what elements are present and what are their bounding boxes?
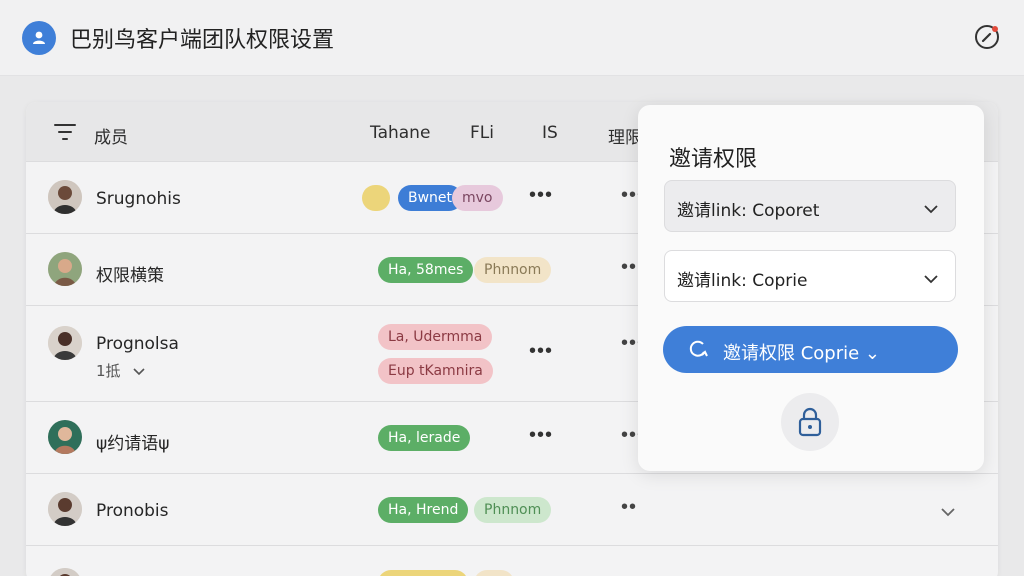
column-4[interactable]: IS xyxy=(542,123,558,143)
avatar xyxy=(48,326,82,360)
column-2[interactable]: Tahane xyxy=(370,123,430,143)
member-name: Srugnohis xyxy=(96,189,181,209)
more-icon[interactable]: •• xyxy=(621,496,637,519)
invite-link-select[interactable]: 邀请link: Coporet xyxy=(664,180,956,232)
column-3[interactable]: FLi xyxy=(470,123,494,143)
avatar xyxy=(48,252,82,286)
avatar xyxy=(48,420,82,454)
top-bar: 巴别鸟客户端团队权限设置 xyxy=(0,0,1024,76)
table-row[interactable]: Pronobis Ha, Hrend Phnnom •• xyxy=(26,474,998,546)
member-name: 权限横策 xyxy=(96,266,164,286)
chevron-down-icon[interactable] xyxy=(133,362,145,380)
member-name: Prognolsa xyxy=(96,334,179,354)
more-icon[interactable]: ••• xyxy=(529,424,553,447)
role-badge[interactable] xyxy=(378,570,468,576)
role-badge[interactable]: La, Udermma xyxy=(378,324,493,350)
avatar xyxy=(48,492,82,526)
more-icon[interactable]: •• xyxy=(621,256,637,279)
user-icon[interactable] xyxy=(22,20,56,55)
refresh-icon xyxy=(687,338,709,365)
select-value: 邀请link: Coporet xyxy=(677,201,820,221)
role-badge[interactable]: mvo xyxy=(452,185,503,211)
invite-permission-button[interactable]: 邀请权限 Coprie ⌄ xyxy=(663,326,958,373)
role-badge[interactable]: Eup tKamnira xyxy=(378,358,493,384)
role-badge[interactable]: Ha, lerade xyxy=(378,425,471,451)
select-value: 邀请link: Coprie xyxy=(677,271,808,291)
role-badge[interactable] xyxy=(474,570,514,576)
invite-permission-popover: 邀请权限 邀请link: Coporet 邀请link: Coprie 邀请权限… xyxy=(638,105,984,471)
avatar xyxy=(48,180,82,214)
member-name: ψ约请语ψ xyxy=(96,434,170,454)
member-subtitle[interactable]: 1抵 xyxy=(96,360,145,381)
more-icon[interactable]: ••• xyxy=(529,340,553,363)
role-badge[interactable]: Phnnom xyxy=(474,257,552,283)
more-icon[interactable]: ••• xyxy=(529,184,553,207)
invite-link-select-secondary[interactable]: 邀请link: Coprie xyxy=(664,250,956,302)
compass-edit-icon[interactable] xyxy=(972,22,1002,52)
popover-title: 邀请权限 xyxy=(669,147,758,172)
lock-icon[interactable] xyxy=(781,393,839,451)
role-badge[interactable]: Phnnom xyxy=(474,497,552,523)
chevron-down-icon xyxy=(923,201,939,219)
column-members[interactable]: 成员 xyxy=(94,123,128,148)
role-badge[interactable]: Ha, Hrend xyxy=(378,497,469,523)
button-label: 邀请权限 Coprie ⌄ xyxy=(723,343,881,364)
table-row[interactable] xyxy=(26,546,998,576)
member-name: Pronobis xyxy=(96,501,169,521)
chevron-down-icon xyxy=(923,271,939,289)
column-5[interactable]: 理限 xyxy=(608,123,642,148)
role-badge[interactable]: Ha, 58mes xyxy=(378,257,474,283)
avatar xyxy=(48,568,82,576)
page-title: 巴别鸟客户端团队权限设置 xyxy=(70,27,335,53)
chevron-down-icon[interactable] xyxy=(940,504,956,522)
filter-icon[interactable] xyxy=(54,122,76,147)
status-dot xyxy=(362,185,390,211)
